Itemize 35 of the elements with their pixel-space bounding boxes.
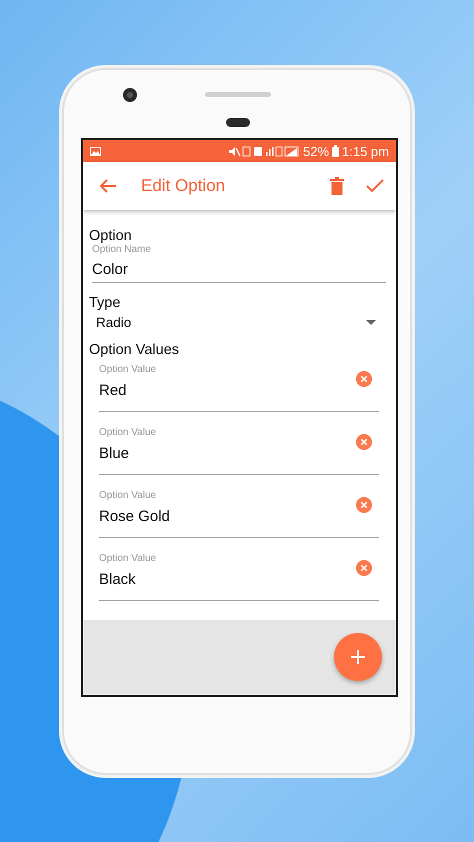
plus-icon — [350, 649, 366, 665]
battery-percent: 52% — [302, 144, 330, 158]
camera-icon — [122, 87, 138, 103]
section-heading: Option — [89, 228, 133, 244]
type-dropdown[interactable]: Radio — [89, 311, 386, 334]
field-label: Option Value — [99, 553, 158, 564]
back-arrow-icon — [99, 178, 117, 194]
image-icon — [90, 146, 101, 156]
option-name-field[interactable]: Option Name Color — [92, 244, 386, 283]
text-input[interactable]: Red — [99, 382, 379, 399]
clear-icon — [356, 371, 372, 387]
clear-button[interactable] — [356, 434, 372, 450]
clear-button[interactable] — [356, 497, 372, 513]
screen-title: Edit Option — [141, 176, 226, 196]
trash-icon — [330, 177, 344, 195]
clear-icon — [356, 497, 372, 513]
clear-button[interactable] — [356, 560, 372, 576]
status-time: 1:15 pm — [342, 144, 389, 158]
caret-icon — [366, 320, 376, 325]
section-heading: Option Values — [89, 342, 180, 358]
field-label: Option Value — [99, 490, 158, 501]
field-label: Option Name — [92, 244, 152, 255]
field-label: Option Value — [99, 427, 158, 438]
section-heading: Type — [89, 295, 122, 311]
text-input[interactable]: Blue — [99, 445, 379, 462]
field-label: Option Value — [99, 364, 158, 375]
clear-icon — [356, 434, 372, 450]
text-input[interactable]: Rose Gold — [99, 508, 379, 525]
clear-button[interactable] — [356, 371, 372, 387]
add-button[interactable] — [334, 633, 382, 681]
clear-icon — [356, 560, 372, 576]
text-input[interactable]: Color — [92, 261, 386, 278]
checkmark-icon — [366, 179, 384, 193]
battery-icon — [332, 145, 340, 157]
text-input[interactable]: Black — [99, 571, 379, 588]
